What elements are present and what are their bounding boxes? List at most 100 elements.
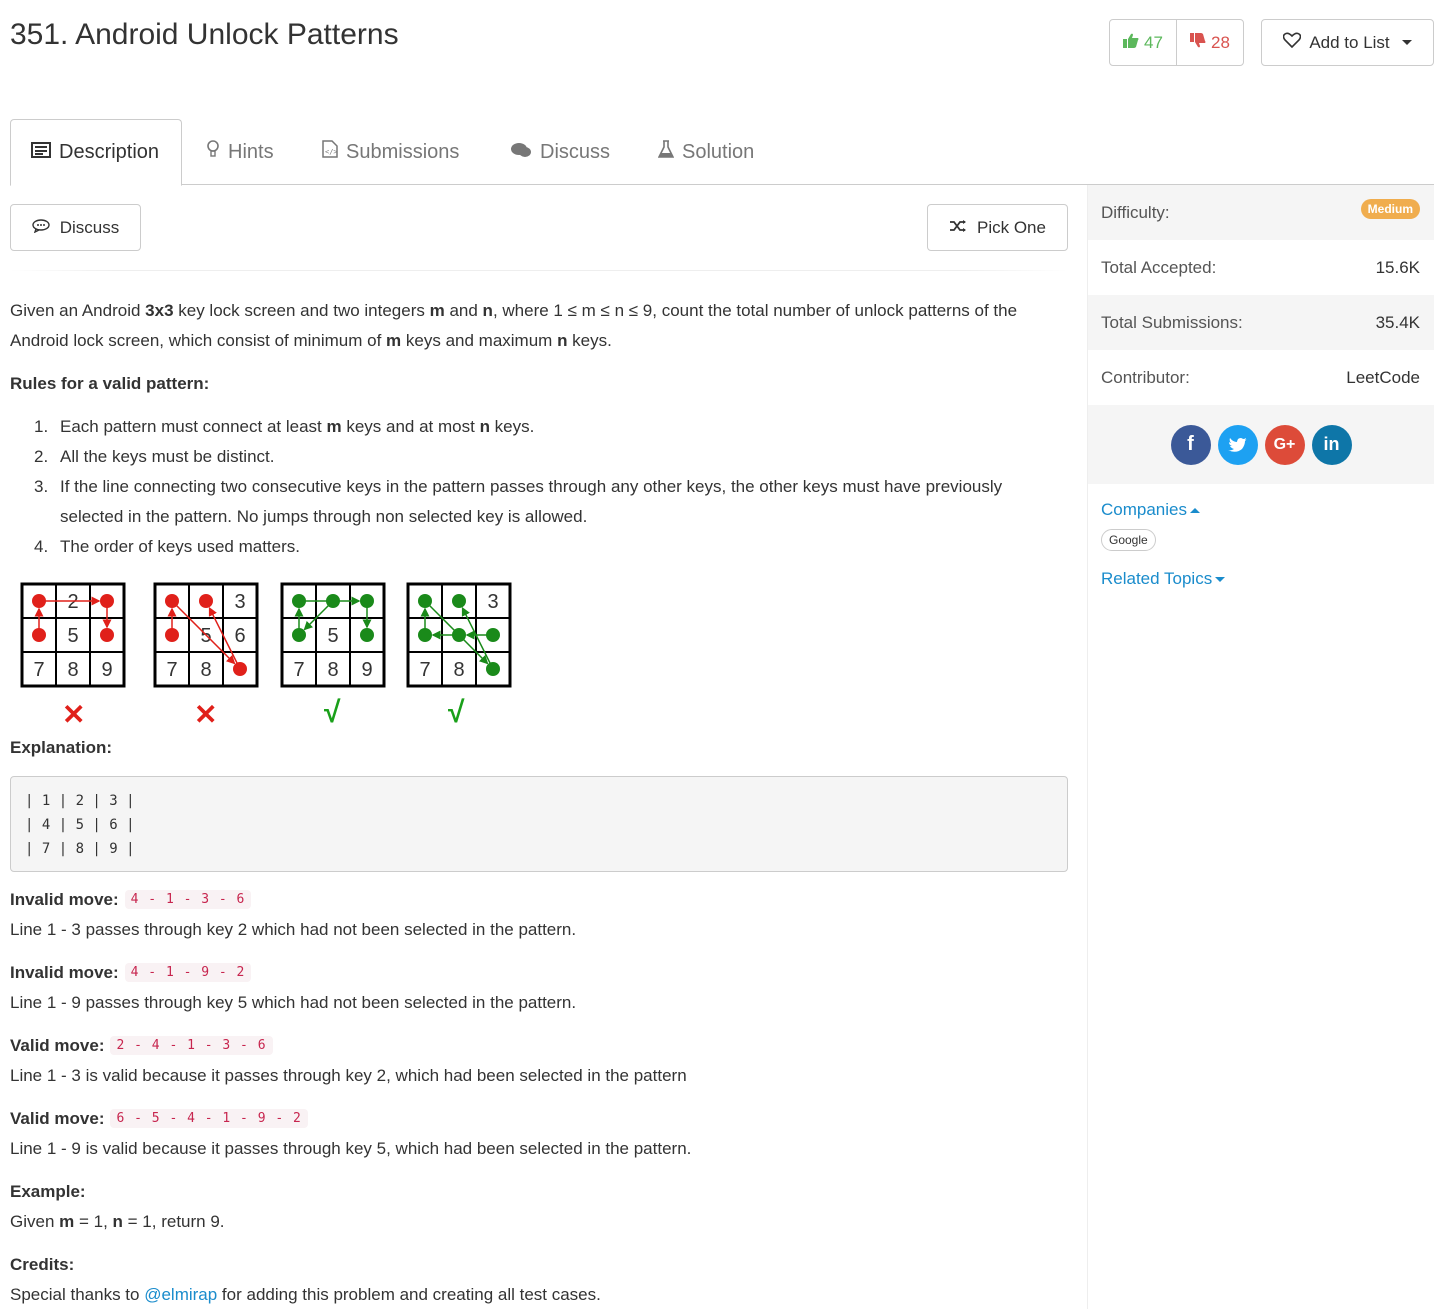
shuffle-icon bbox=[949, 218, 967, 238]
pattern-dot bbox=[360, 594, 374, 608]
move-description: Line 1 - 3 is valid because it passes th… bbox=[10, 1066, 687, 1085]
add-to-list-button[interactable]: Add to List bbox=[1261, 19, 1434, 66]
tab-hints[interactable]: Hints bbox=[186, 119, 294, 185]
accepted-row: Total Accepted: 15.6K bbox=[1088, 240, 1434, 295]
google-plus-icon[interactable]: G+ bbox=[1264, 424, 1305, 465]
linkedin-icon[interactable]: in bbox=[1311, 424, 1352, 465]
pattern-dot bbox=[418, 628, 432, 642]
pattern-dot bbox=[292, 594, 306, 608]
pattern-dot bbox=[165, 628, 179, 642]
valid-mark-icon: √ bbox=[324, 696, 341, 729]
pattern-dot bbox=[452, 628, 466, 642]
problem-tabs: Description Hints </> Submissions Discus… bbox=[10, 119, 1434, 186]
page-title: 351. Android Unlock Patterns bbox=[10, 18, 399, 51]
credits-text: Special thanks to @elmirap for adding th… bbox=[10, 1285, 601, 1304]
intro-paragraph: Given an Android 3x3 key lock screen and… bbox=[10, 301, 1018, 350]
problem-sidebar: Difficulty: Medium Total Accepted: 15.6K… bbox=[1087, 185, 1434, 1309]
tab-submissions[interactable]: </> Submissions bbox=[302, 119, 479, 185]
difficulty-label: Difficulty: bbox=[1101, 202, 1170, 222]
company-tag[interactable]: Google bbox=[1101, 529, 1156, 551]
facebook-icon[interactable]: f bbox=[1170, 424, 1211, 465]
move-description: Line 1 - 3 passes through key 2 which ha… bbox=[10, 920, 577, 939]
chevron-up-icon bbox=[1190, 508, 1200, 514]
related-topics-toggle[interactable]: Related Topics bbox=[1101, 569, 1421, 589]
code-file-icon: </> bbox=[322, 140, 338, 164]
chevron-down-icon bbox=[1215, 577, 1226, 583]
move-heading: Valid move: 2 - 4 - 1 - 3 - 6 bbox=[10, 1030, 1070, 1061]
companies-section: Companies Google Related Topics bbox=[1088, 484, 1434, 589]
tab-label: Solution bbox=[682, 140, 755, 163]
add-to-list-label: Add to List bbox=[1309, 32, 1390, 52]
heart-icon bbox=[1283, 32, 1302, 53]
pattern-examples-figure: 25789356785789378 ✕ ✕ √ √ bbox=[18, 580, 538, 740]
move-heading: Invalid move: 4 - 1 - 3 - 6 bbox=[10, 884, 1070, 915]
companies-toggle[interactable]: Companies bbox=[1101, 500, 1421, 520]
pick-one-button[interactable]: Pick One bbox=[927, 204, 1068, 251]
upvote-button[interactable]: 47 bbox=[1110, 20, 1177, 65]
pattern-dot bbox=[199, 594, 213, 608]
move-sequence: 6 - 5 - 4 - 1 - 9 - 2 bbox=[110, 1109, 308, 1128]
contributor-value: LeetCode bbox=[1346, 367, 1420, 387]
move-description: Line 1 - 9 passes through key 5 which ha… bbox=[10, 993, 577, 1012]
comment-icon bbox=[32, 218, 50, 238]
submissions-label: Total Submissions: bbox=[1101, 312, 1243, 332]
upvote-count: 47 bbox=[1144, 32, 1163, 52]
list-item: 4. The order of keys used matters. bbox=[34, 537, 300, 556]
svg-text:</>: </> bbox=[325, 148, 338, 156]
contributor-row: Contributor: LeetCode bbox=[1088, 350, 1434, 405]
twitter-icon[interactable] bbox=[1217, 424, 1258, 465]
problem-description: Given an Android 3x3 key lock screen and… bbox=[10, 296, 1070, 580]
invalid-mark-icon: ✕ bbox=[194, 699, 218, 730]
key-label: 5 bbox=[327, 625, 338, 647]
difficulty-badge: Medium bbox=[1360, 198, 1420, 219]
key-label: 3 bbox=[487, 591, 498, 613]
tab-solution[interactable]: Solution bbox=[638, 119, 774, 185]
rules-title: Rules for a valid pattern: bbox=[10, 374, 210, 393]
pick-one-label: Pick One bbox=[977, 217, 1046, 237]
tab-label: Submissions bbox=[346, 140, 460, 163]
downvote-button[interactable]: 28 bbox=[1177, 20, 1243, 65]
pattern-dot bbox=[165, 594, 179, 608]
move-sequence: 4 - 1 - 3 - 6 bbox=[124, 890, 252, 909]
thumbs-down-icon bbox=[1190, 32, 1206, 53]
pattern-dot bbox=[326, 594, 340, 608]
key-label: 8 bbox=[67, 659, 78, 681]
key-label: 8 bbox=[200, 659, 211, 681]
pattern-dot bbox=[32, 628, 46, 642]
social-share-bar: f G+ in bbox=[1088, 405, 1434, 484]
key-label: 7 bbox=[33, 659, 44, 681]
move-heading: Invalid move: 4 - 1 - 9 - 2 bbox=[10, 957, 1070, 988]
key-label: 3 bbox=[234, 591, 245, 613]
accepted-value: 15.6K bbox=[1375, 257, 1420, 277]
pattern-dot bbox=[486, 662, 500, 676]
discuss-button[interactable]: Discuss bbox=[10, 204, 141, 251]
chat-bubbles-icon bbox=[510, 141, 532, 164]
flask-icon bbox=[657, 140, 675, 164]
pattern-dot bbox=[32, 594, 46, 608]
submissions-row: Total Submissions: 35.4K bbox=[1088, 295, 1434, 350]
pattern-dot bbox=[100, 594, 114, 608]
key-label: 7 bbox=[166, 659, 177, 681]
keypad-code-block: | 1 | 2 | 3 | | 4 | 5 | 6 | | 7 | 8 | 9 … bbox=[10, 776, 1068, 872]
key-label: 7 bbox=[293, 659, 304, 681]
pattern-dot bbox=[233, 662, 247, 676]
contributor-link[interactable]: @elmirap bbox=[144, 1285, 217, 1304]
list-item: 3. If the line connecting two consecutive… bbox=[34, 477, 1003, 526]
move-sequence: 4 - 1 - 9 - 2 bbox=[124, 963, 252, 982]
difficulty-row: Difficulty: Medium bbox=[1088, 185, 1434, 240]
tab-description[interactable]: Description bbox=[10, 119, 182, 186]
description-icon bbox=[31, 141, 51, 164]
discuss-label: Discuss bbox=[59, 217, 120, 237]
pattern-dot bbox=[292, 628, 306, 642]
invalid-mark-icon: ✕ bbox=[62, 699, 86, 730]
pattern-dot bbox=[486, 628, 500, 642]
key-label: 5 bbox=[67, 625, 78, 647]
valid-mark-icon: √ bbox=[448, 696, 465, 729]
chevron-down-icon bbox=[1401, 40, 1412, 45]
rules-list: 1. Each pattern must connect at least m k… bbox=[34, 412, 1070, 562]
contributor-label: Contributor: bbox=[1101, 367, 1190, 387]
example-text: Given m = 1, n = 1, return 9. bbox=[10, 1212, 225, 1231]
tab-discuss[interactable]: Discuss bbox=[490, 119, 630, 185]
move-description: Line 1 - 9 is valid because it passes th… bbox=[10, 1139, 692, 1158]
example-title: Example: bbox=[10, 1181, 86, 1201]
